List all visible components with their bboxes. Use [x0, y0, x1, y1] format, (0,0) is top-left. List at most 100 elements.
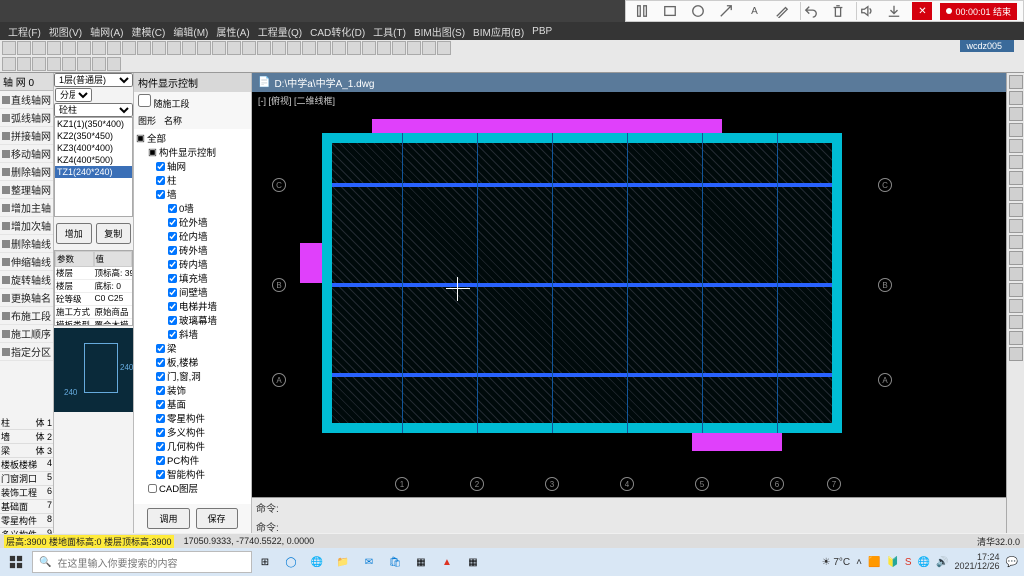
menu-item[interactable]: 工程(F) — [4, 24, 45, 39]
nav-item[interactable]: 删除轴线 — [0, 235, 53, 253]
status-coords: 17050.9333, -7740.5522, 0.0000 — [184, 536, 315, 546]
taskbar-search[interactable]: 🔍在这里输入你要搜索的内容 — [32, 551, 252, 573]
taskbar-edge[interactable]: 🌐 — [304, 548, 330, 576]
nav-item[interactable]: 删除轴网 — [0, 163, 53, 181]
network-icon[interactable]: 🌐 — [918, 557, 930, 568]
menu-item[interactable]: 工具(T) — [369, 24, 410, 39]
tray-chevron-icon[interactable]: ˄ — [856, 557, 862, 568]
windows-taskbar: 🔍在这里输入你要搜索的内容 ⊞ ◯ 🌐 📁 ✉ 🛍 ▦ ▲ ▦ ☀ 7°C ˄ … — [0, 548, 1024, 576]
nav-item[interactable]: 伸缩轴线 — [0, 253, 53, 271]
component-panel: 1层(普通层) 分层0 砼柱 KZ1(1)(350*400) KZ2(350*4… — [54, 73, 134, 533]
pause-icon[interactable] — [632, 2, 652, 20]
tray-icon[interactable]: 🟧 — [868, 557, 880, 568]
save-button[interactable]: 保存 — [196, 508, 238, 529]
nav-item[interactable]: 直线轴网 — [0, 91, 53, 109]
right-toolbar — [1006, 73, 1024, 533]
nav-item[interactable]: 移动轴网 — [0, 145, 53, 163]
menu-item[interactable]: 视图(V) — [45, 24, 86, 39]
text-icon[interactable]: A — [744, 2, 764, 20]
component-tree[interactable]: ▣ 全部 ▣ 构件显示控制 轴网 柱 墙 0墙 砼外墙 砼内墙 砖外墙 砖内墙 … — [134, 129, 251, 504]
search-icon: 🔍 — [39, 557, 51, 568]
secondary-window-tab[interactable]: wcdz005 — [960, 40, 1014, 52]
nav-item[interactable]: 施工顺序 — [0, 325, 53, 343]
list-item-selected[interactable]: TZ1(240*240) — [55, 166, 132, 178]
category-list: 柱体 1 墙体 2 梁体 3 楼板楼梯4 门窗洞口5 装饰工程6 基础面7 零星… — [0, 416, 54, 526]
layer-select[interactable]: 分层0 — [55, 88, 92, 102]
circle-icon[interactable] — [688, 2, 708, 20]
tray-icon[interactable]: S — [905, 557, 912, 568]
taskbar-app[interactable]: ▦ — [460, 548, 486, 576]
menu-item[interactable]: 轴网(A) — [86, 24, 127, 39]
nav-item[interactable]: 整理轴网 — [0, 181, 53, 199]
nav-item[interactable]: 旋转轴线 — [0, 271, 53, 289]
viewport-title: 📄D:\中学a\中学A_1.dwg — [252, 73, 1006, 92]
command-input[interactable] — [282, 523, 582, 533]
command-area: 命令: 命令: — [252, 497, 1006, 533]
close-recorder-icon[interactable]: ✕ — [912, 2, 932, 20]
menu-item[interactable]: 工程量(Q) — [254, 24, 306, 39]
volume-icon[interactable]: 🔊 — [936, 557, 948, 568]
type-select[interactable]: 砼柱 — [54, 103, 133, 117]
notifications-icon[interactable]: 💬 — [1006, 557, 1018, 568]
tray-icon[interactable]: 🔰 — [886, 557, 898, 568]
taskbar-store[interactable]: 🛍 — [382, 548, 408, 576]
left-nav-header: 轴 网 0 — [0, 73, 53, 91]
status-elevation: 层高:3900 楼地面标高:0 楼层顶标高:3900 — [4, 535, 174, 548]
nav-item[interactable]: 指定分区 — [0, 343, 53, 361]
menu-item[interactable]: PBP — [528, 26, 556, 37]
menu-item[interactable]: 属性(A) — [212, 24, 253, 39]
cad-viewport[interactable]: 📄D:\中学a\中学A_1.dwg [-] [俯视] [二维线框] — [252, 73, 1006, 533]
component-list: KZ1(1)(350*400) KZ2(350*450) KZ3(400*400… — [54, 117, 133, 217]
nav-item[interactable]: 更换轴名 — [0, 289, 53, 307]
section-preview: 240 240 — [54, 328, 133, 412]
nav-item[interactable]: 增加主轴 — [0, 199, 53, 217]
trash-icon[interactable] — [828, 2, 848, 20]
crosshair-cursor — [452, 283, 464, 295]
system-tray: ☀ 7°C ˄ 🟧 🔰 S 🌐 🔊 17:24 2021/12/26 💬 — [816, 553, 1024, 571]
arrow-icon[interactable] — [716, 2, 736, 20]
panel-title: 构件显示控制 — [134, 73, 251, 92]
status-right: 清华32.0.0 — [977, 535, 1020, 548]
floor-plan-drawing: 1 2 3 4 5 6 7 A B C A B C — [322, 133, 842, 433]
list-item[interactable]: KZ2(350*450) — [55, 130, 132, 142]
pen-icon[interactable] — [772, 2, 792, 20]
undo-icon[interactable] — [800, 2, 820, 20]
display-control-panel: 构件显示控制 随施工段 图形名称 ▣ 全部 ▣ 构件显示控制 轴网 柱 墙 0墙… — [134, 73, 252, 533]
add-button[interactable]: 增加 — [56, 223, 92, 244]
toolbar-area — [0, 40, 1024, 73]
taskbar-app[interactable]: ◯ — [278, 548, 304, 576]
app-titlebar — [0, 0, 656, 22]
start-button[interactable] — [0, 548, 32, 576]
taskbar-explorer[interactable]: 📁 — [330, 548, 356, 576]
toolbar-button[interactable] — [2, 41, 16, 55]
weather-widget[interactable]: ☀ 7°C — [822, 557, 851, 568]
download-icon[interactable] — [884, 2, 904, 20]
screen-recorder-bar: A ✕ 00:00:01 结束 — [625, 0, 1024, 22]
list-item[interactable]: KZ3(400*400) — [55, 142, 132, 154]
taskbar-mail[interactable]: ✉ — [356, 548, 382, 576]
menu-item[interactable]: 编辑(M) — [169, 24, 212, 39]
cad-status-bar: 层高:3900 楼地面标高:0 楼层顶标高:3900 17050.9333, -… — [0, 534, 1024, 548]
apply-button[interactable]: 调用 — [147, 508, 189, 529]
menu-item[interactable]: CAD转化(D) — [306, 24, 369, 39]
copy-button[interactable]: 复制 — [96, 223, 132, 244]
nav-item[interactable]: 增加次轴 — [0, 217, 53, 235]
property-table: 参数值 楼层顶标高: 3900 楼层底标: 0 砼等级C0 C25 施工方式原始… — [54, 250, 133, 326]
floor-select[interactable]: 1层(普通层) — [54, 73, 133, 87]
nav-item[interactable]: 拼接轴网 — [0, 127, 53, 145]
menu-item[interactable]: BIM应用(B) — [469, 24, 528, 39]
menu-item[interactable]: 建模(C) — [127, 24, 169, 39]
list-item[interactable]: KZ4(400*500) — [55, 154, 132, 166]
recording-timer[interactable]: 00:00:01 结束 — [940, 3, 1017, 20]
list-item[interactable]: KZ1(1)(350*400) — [55, 118, 132, 130]
taskbar-app[interactable]: ▦ — [408, 548, 434, 576]
speaker-icon[interactable] — [856, 2, 876, 20]
rect-icon[interactable] — [660, 2, 680, 20]
taskbar-app[interactable]: ▲ — [434, 548, 460, 576]
taskbar-clock[interactable]: 17:24 2021/12/26 — [955, 553, 1000, 571]
menu-item[interactable]: BIM出图(S) — [410, 24, 469, 39]
nav-item[interactable]: 弧线轴网 — [0, 109, 53, 127]
nav-item[interactable]: 布施工段 — [0, 307, 53, 325]
menu-bar: 工程(F) 视图(V) 轴网(A) 建模(C) 编辑(M) 属性(A) 工程量(… — [0, 22, 1024, 40]
task-view-icon[interactable]: ⊞ — [252, 548, 278, 576]
